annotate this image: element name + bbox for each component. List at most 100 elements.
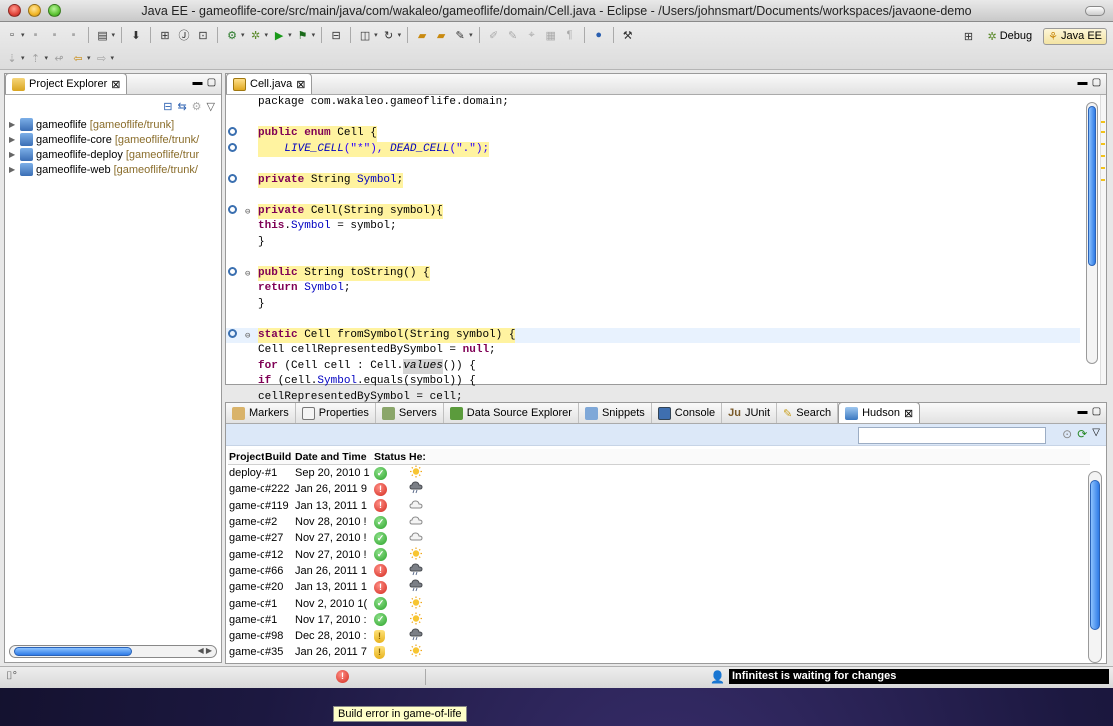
vertical-scrollbar[interactable] [1086,102,1098,364]
save-icon[interactable]: ▪ [28,27,44,43]
mark-occurrences-icon[interactable]: ✎ [505,27,521,43]
pencil-icon[interactable]: ✎ [452,27,468,43]
col-header-build[interactable]: Build [264,451,294,463]
collapse-fold-icon[interactable]: ⊖ [245,205,250,221]
hudson-build-row[interactable]: game-c #2 Nov 28, 2010 ! ✓ [228,514,1090,530]
link-editor-icon[interactable]: ⇆ [177,100,186,113]
tab-servers[interactable]: Servers [376,403,444,423]
close-icon[interactable]: ⊠ [296,78,305,91]
tab-search[interactable]: ✎ Search [777,403,839,423]
tab-hudson[interactable]: Hudson ⊠ [838,402,921,423]
hudson-filter-input[interactable] [858,427,1046,444]
server-icon[interactable]: ⬇ [128,27,144,43]
new-icon[interactable]: ▫ [4,27,20,43]
col-header-health[interactable]: He: [406,451,426,463]
minimize-icon[interactable]: ▬ [1077,77,1088,88]
expand-icon[interactable]: ▶ [9,165,17,174]
prev-annotation-icon[interactable]: ⇡ [28,50,44,66]
hudson-build-row[interactable]: game-c #20 Jan 13, 2011 1! [228,579,1090,595]
pin-icon[interactable]: ⌖ [524,27,540,43]
maximize-icon[interactable]: ▢ [1091,77,1102,88]
new-file-icon[interactable]: ⊡ [195,27,211,43]
block-select-icon[interactable]: ▦ [543,27,559,43]
minimize-icon[interactable]: ▬ [192,77,203,88]
hudson-build-row[interactable]: game-c #98 Dec 28, 2010 :! [228,628,1090,644]
horizontal-scrollbar[interactable]: ◀ ▶ [9,645,217,658]
override-marker-icon[interactable] [228,328,237,338]
task-icon[interactable]: ⚒ [620,27,636,43]
next-annotation-icon[interactable]: ⇣ [4,50,20,66]
view-menu-icon[interactable]: ▽ [207,100,215,113]
minimize-icon[interactable]: ▬ [1077,406,1088,417]
fast-view-icon[interactable]: ⌷° [6,670,17,683]
filter-icon[interactable]: ⚙ [192,100,202,113]
col-header-status[interactable]: Status [372,451,406,463]
print-icon[interactable]: ▪ [66,27,82,43]
hudson-build-row[interactable]: game-c #35 Jan 26, 2011 7! [228,644,1090,660]
overview-ruler[interactable] [1100,95,1106,384]
new-class-icon[interactable]: Ⓙ [176,27,192,43]
open-folder-icon[interactable]: ▰ [414,27,430,43]
annotation-icon[interactable]: ✐ [486,27,502,43]
coverage-icon[interactable]: ◫ [357,27,373,43]
scrollbar-thumb[interactable] [14,647,132,656]
occurrence-marker[interactable] [1101,155,1105,157]
tree-item-gameoflife-deploy[interactable]: ▶ gameoflife-deploy [gameoflife/trur [5,147,221,162]
occurrence-marker[interactable] [1101,121,1105,123]
close-icon[interactable]: ⊠ [904,407,913,420]
override-marker-icon[interactable] [228,266,237,276]
hudson-build-row[interactable]: deploy- #1 Sep 20, 2010 1 ✓ [228,465,1090,481]
tree-item-gameoflife-web[interactable]: ▶ gameoflife-web [gameoflife/trunk/ [5,162,221,177]
tab-cell-java[interactable]: Cell.java ⊠ [226,73,313,94]
javaee-perspective-button[interactable]: ⚘ Java EE [1043,27,1107,45]
build-error-icon[interactable]: ! [336,670,349,683]
hudson-build-row[interactable]: game-c #27 Nov 27, 2010 ! ✓ [228,530,1090,546]
tab-snippets[interactable]: Snippets [579,403,652,423]
vertical-scrollbar[interactable] [1088,471,1102,663]
show-whitespace-icon[interactable]: ¶ [562,27,578,43]
collapse-fold-icon[interactable]: ⊖ [245,267,250,283]
open-type-icon[interactable]: ▤ [95,27,111,43]
maximize-icon[interactable]: ▢ [206,77,217,88]
minimize-window-button[interactable] [28,4,41,17]
expand-icon[interactable]: ▶ [9,150,17,159]
scrollbar-thumb[interactable] [1088,106,1096,266]
tab-console[interactable]: Console [652,403,723,423]
tab-data-source-explorer[interactable]: Data Source Explorer [444,403,579,423]
close-window-button[interactable] [8,4,21,17]
occurrence-marker[interactable] [1101,143,1105,145]
close-icon[interactable]: ⊠ [111,78,120,91]
hudson-build-row[interactable]: game-c #1 Nov 17, 2010 : ✓ [228,612,1090,628]
view-menu-icon[interactable]: ▽ [1092,427,1100,441]
forward-icon[interactable]: ⇨ [94,50,110,66]
override-marker-icon[interactable] [228,142,237,152]
open-perspective-button[interactable]: ⊞ [961,28,977,44]
debug-bug-icon[interactable]: ✲ [248,27,264,43]
tab-properties[interactable]: Properties [296,403,376,423]
tree-item-gameoflife-core[interactable]: ▶ gameoflife-core [gameoflife/trunk/ [5,132,221,147]
hudson-run-icon[interactable]: ⚙ [224,27,240,43]
tab-junit[interactable]: Ju JUnit [722,403,778,423]
hudson-build-row[interactable]: game-c #66 Jan 26, 2011 1! [228,563,1090,579]
expand-icon[interactable]: ▶ [9,120,17,129]
hudson-build-row[interactable]: game-c #1 Nov 2, 2010 1(✓ [228,595,1090,611]
hudson-build-row[interactable]: game-c #222 Jan 26, 2011 9! [228,481,1090,497]
open-perspective-icon[interactable]: ⊟ [328,27,344,43]
zoom-window-button[interactable] [48,4,61,17]
expand-icon[interactable]: ▶ [9,135,17,144]
tab-project-explorer[interactable]: Project Explorer ⊠ [5,73,128,94]
infinitest-status[interactable]: 👤 Infinitest is waiting for changes [710,669,1109,684]
occurrence-marker[interactable] [1101,179,1105,181]
collapse-fold-icon[interactable]: ⊖ [245,329,250,345]
refresh-icon[interactable]: ⟳ [1077,427,1087,441]
last-edit-icon[interactable]: ↫ [51,50,67,66]
new-package-icon[interactable]: ⊞ [157,27,173,43]
hudson-build-row[interactable]: game-c #12 Nov 27, 2010 ! ✓ [228,546,1090,562]
occurrence-marker[interactable] [1101,131,1105,133]
external-tools-icon[interactable]: ⚑ [295,27,311,43]
override-marker-icon[interactable] [228,173,237,183]
tree-item-gameoflife[interactable]: ▶ gameoflife [gameoflife/trunk] [5,117,221,132]
build-now-icon[interactable]: ⊙ [1062,427,1072,441]
scrollbar-thumb[interactable] [1090,480,1100,630]
occurrence-marker[interactable] [1101,167,1105,169]
